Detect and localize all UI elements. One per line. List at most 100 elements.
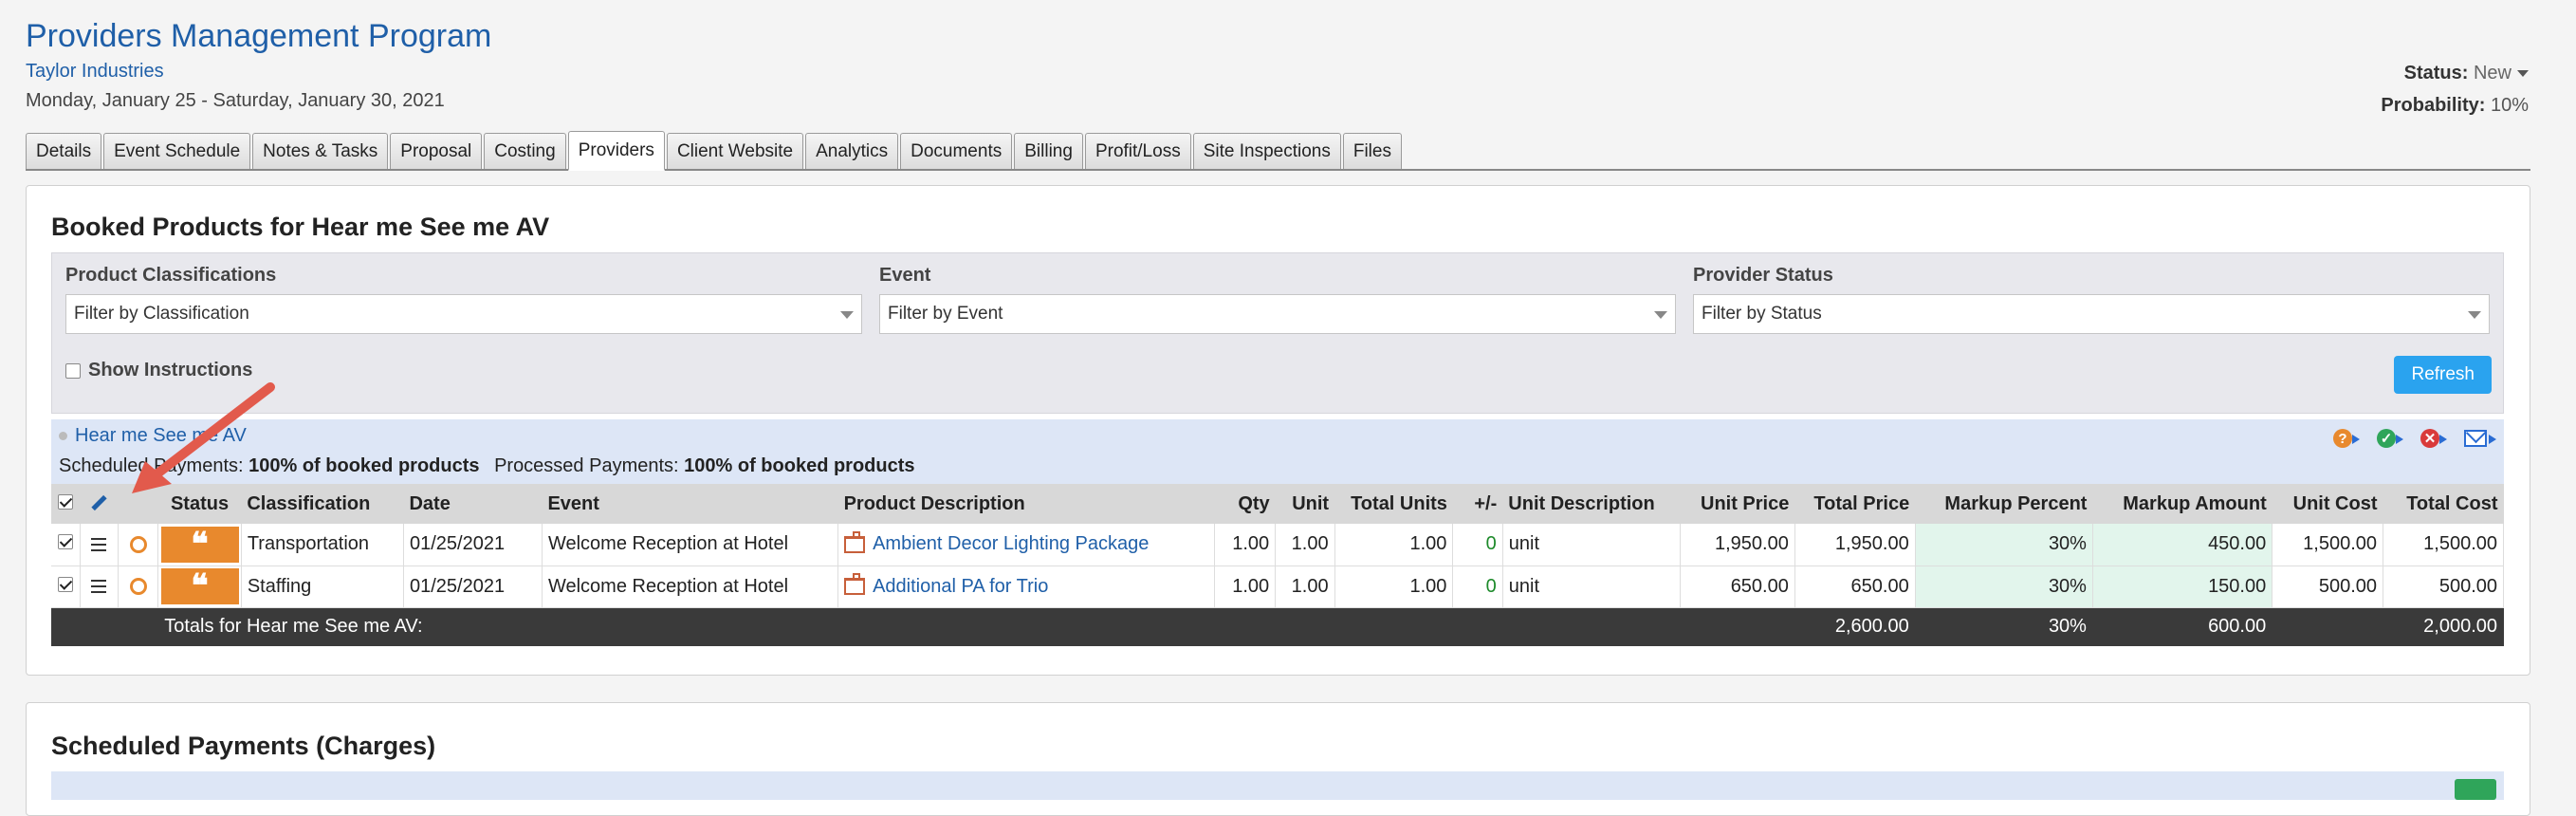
- col-blank: [118, 484, 158, 524]
- product-link[interactable]: Ambient Decor Lighting Package: [873, 533, 1149, 554]
- provider-dot-icon: [59, 432, 67, 440]
- add-payment-button[interactable]: [2455, 779, 2496, 800]
- col-total-cost[interactable]: Total Cost: [2383, 484, 2504, 524]
- cell-event: Welcome Reception at Hotel: [542, 566, 839, 608]
- company-link[interactable]: Taylor Industries: [26, 61, 491, 83]
- cell-markup-amount: 450.00: [2092, 524, 2273, 566]
- cell-markup-percent: 30%: [1915, 566, 2093, 608]
- row-ring-cell: [118, 566, 159, 608]
- totals-total-cost: 2,000.00: [2383, 607, 2504, 646]
- col-qty[interactable]: Qty: [1214, 484, 1276, 524]
- status-ring-icon[interactable]: [129, 578, 147, 596]
- row-select-cell: [51, 566, 81, 608]
- booked-products-table: Status Classification Date Event Product…: [51, 484, 2504, 646]
- provider-bar: Hear me See me AV Scheduled Payments: 10…: [51, 419, 2504, 484]
- totals-spacer: [51, 607, 159, 646]
- tab-costing[interactable]: Costing: [484, 133, 566, 169]
- col-markup-amount[interactable]: Markup Amount: [2092, 484, 2272, 524]
- tab-billing[interactable]: Billing: [1014, 133, 1083, 169]
- tab-client-website[interactable]: Client Website: [666, 133, 804, 169]
- help-icon[interactable]: ?: [2333, 427, 2365, 450]
- status-ring-icon[interactable]: [129, 535, 147, 553]
- tab-details[interactable]: Details: [26, 133, 102, 169]
- cell-classification: Transportation: [241, 524, 404, 566]
- pencil-icon[interactable]: [89, 494, 108, 513]
- quote-icon[interactable]: ❝: [160, 568, 239, 604]
- col-total-price[interactable]: Total Price: [1794, 484, 1916, 524]
- provider-link[interactable]: Hear me See me AV: [75, 425, 247, 447]
- confirm-icon[interactable]: ✓: [2377, 427, 2409, 450]
- col-unit-price[interactable]: Unit Price: [1680, 484, 1795, 524]
- cell-unit-price: 650.00: [1680, 566, 1795, 608]
- cell-product: Ambient Decor Lighting Package: [837, 524, 1215, 566]
- tab-analytics[interactable]: Analytics: [805, 133, 899, 169]
- payments-summary: Scheduled Payments: 100% of booked produ…: [59, 455, 925, 477]
- tab-notes-tasks[interactable]: Notes & Tasks: [252, 133, 389, 169]
- page-header: Providers Management Program Taylor Indu…: [26, 13, 491, 112]
- quote-icon[interactable]: ❝: [160, 526, 239, 563]
- cell-total-cost: 1,500.00: [2383, 524, 2504, 566]
- col-classification[interactable]: Classification: [241, 484, 404, 524]
- row-checkbox[interactable]: [57, 534, 73, 550]
- provider-name-row: Hear me See me AV: [59, 425, 247, 447]
- totals-row: Totals for Hear me See me AV: 2,600.00 3…: [51, 607, 2504, 646]
- table-row[interactable]: ❝ Transportation 01/25/2021 Welcome Rece…: [51, 524, 2504, 566]
- product-icon: [844, 573, 866, 596]
- tab-files[interactable]: Files: [1342, 133, 1402, 169]
- status-dropdown[interactable]: New: [2474, 63, 2529, 83]
- col-status[interactable]: Status: [157, 484, 242, 524]
- col-unit[interactable]: Unit: [1275, 484, 1335, 524]
- col-adjust[interactable]: +/-: [1452, 484, 1503, 524]
- tab-providers[interactable]: Providers: [567, 131, 665, 171]
- totals-label: Totals for Hear me See me AV:: [157, 607, 1682, 646]
- select-all-header: [51, 484, 81, 524]
- cell-unit-description: unit: [1502, 566, 1682, 608]
- status-block: Status: New Probability: 10%: [2381, 57, 2529, 121]
- totals-markup-percent: 30%: [1915, 607, 2093, 646]
- table-row[interactable]: ❝ Staffing 01/25/2021 Welcome Reception …: [51, 566, 2504, 608]
- cell-total-units: 1.00: [1334, 566, 1454, 608]
- event-label: Event: [879, 265, 931, 286]
- col-markup-percent[interactable]: Markup Percent: [1915, 484, 2093, 524]
- cancel-icon[interactable]: ✕: [2420, 427, 2453, 450]
- scheduled-payments-value: 100% of booked products: [248, 455, 480, 476]
- cell-total-price: 1,950.00: [1794, 524, 1916, 566]
- provider-status-value: Filter by Status: [1702, 304, 1822, 324]
- tab-profit-loss[interactable]: Profit/Loss: [1084, 133, 1191, 169]
- booked-products-panel: Booked Products for Hear me See me AV Pr…: [26, 185, 2530, 676]
- show-instructions-checkbox[interactable]: [65, 362, 81, 379]
- col-product-description[interactable]: Product Description: [837, 484, 1215, 524]
- select-all-checkbox[interactable]: [58, 493, 74, 510]
- row-checkbox[interactable]: [57, 576, 73, 592]
- edit-header: [80, 484, 119, 524]
- show-instructions-toggle[interactable]: Show Instructions: [65, 360, 252, 381]
- classification-value: Filter by Classification: [74, 304, 249, 324]
- col-unit-description[interactable]: Unit Description: [1502, 484, 1681, 524]
- menu-icon[interactable]: [91, 580, 107, 594]
- tab-documents[interactable]: Documents: [900, 133, 1013, 169]
- table-header-row: Status Classification Date Event Product…: [51, 484, 2504, 524]
- classification-select[interactable]: Filter by Classification: [65, 294, 862, 334]
- refresh-button[interactable]: Refresh: [2394, 356, 2492, 394]
- col-date[interactable]: Date: [403, 484, 543, 524]
- cell-date: 01/25/2021: [403, 566, 543, 608]
- provider-actions: ? ✓ ✕: [2333, 427, 2496, 450]
- col-unit-cost[interactable]: Unit Cost: [2272, 484, 2383, 524]
- scheduled-payments-bar: [51, 771, 2504, 800]
- provider-status-select[interactable]: Filter by Status: [1693, 294, 2490, 334]
- row-menu-cell: [80, 524, 119, 566]
- menu-icon[interactable]: [91, 537, 107, 551]
- tab-proposal[interactable]: Proposal: [390, 133, 483, 169]
- product-link[interactable]: Additional PA for Trio: [873, 576, 1048, 597]
- tab-event-schedule[interactable]: Event Schedule: [103, 133, 251, 169]
- processed-payments-value: 100% of booked products: [684, 455, 915, 476]
- status-value: New: [2473, 63, 2512, 83]
- tab-bar: Details Event Schedule Notes & Tasks Pro…: [26, 131, 2530, 171]
- email-icon[interactable]: [2464, 427, 2496, 450]
- event-select[interactable]: Filter by Event: [879, 294, 1676, 334]
- classification-filter: Product Classifications Filter by Classi…: [65, 265, 862, 334]
- probability-value: 10%: [2490, 95, 2529, 116]
- tab-site-inspections[interactable]: Site Inspections: [1192, 133, 1341, 169]
- col-total-units[interactable]: Total Units: [1334, 484, 1453, 524]
- col-event[interactable]: Event: [542, 484, 838, 524]
